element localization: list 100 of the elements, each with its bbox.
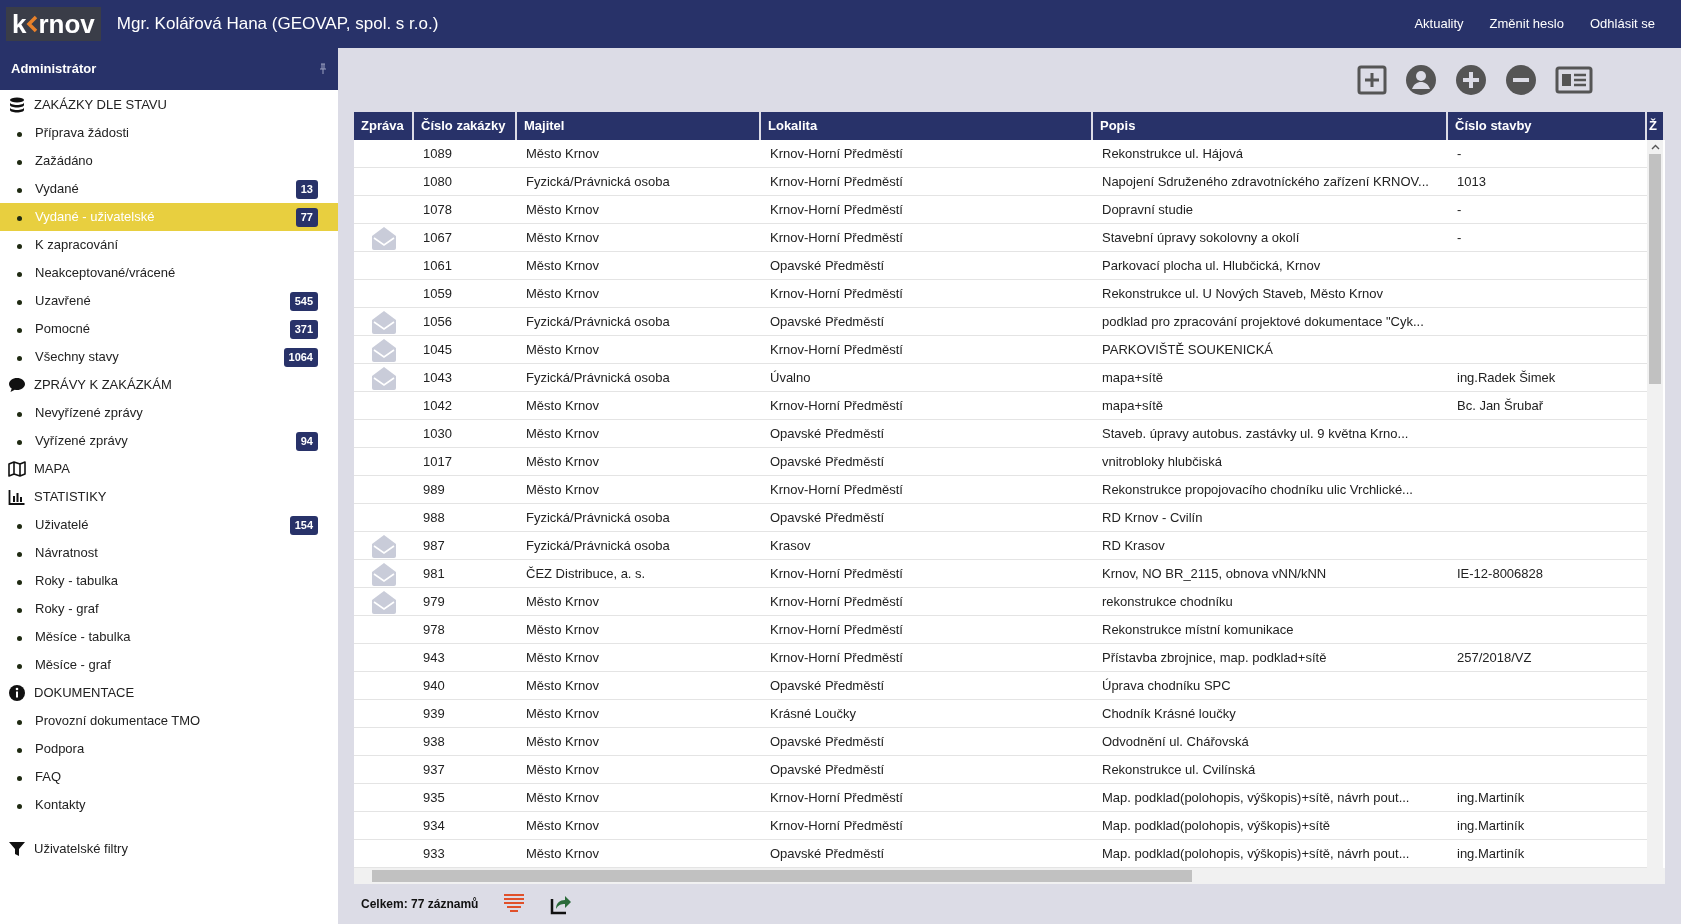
- table-cell-text: Město Krnov: [526, 676, 599, 695]
- remove-circle-icon[interactable]: [1505, 64, 1537, 96]
- table-cell-text: Opavské Předměstí: [770, 676, 885, 695]
- scroll-up-icon[interactable]: [1650, 144, 1660, 150]
- pin-icon[interactable]: [319, 63, 327, 75]
- table-cell-text: Město Krnov: [526, 620, 599, 639]
- scrollbar-thumb[interactable]: [1649, 154, 1661, 384]
- open-envelope-icon[interactable]: [370, 561, 398, 586]
- table-cell-text: 979: [423, 592, 445, 611]
- column-header[interactable]: Zpráva: [354, 112, 414, 140]
- column-header[interactable]: Číslo stavby: [1448, 112, 1647, 140]
- map-icon: [8, 460, 26, 478]
- sidebar-item[interactable]: K zapracování: [0, 231, 338, 259]
- open-envelope-icon[interactable]: [370, 309, 398, 334]
- sidebar-item[interactable]: Uživatelé 154: [0, 511, 338, 539]
- sidebar-item[interactable]: Roky - tabulka: [0, 567, 338, 595]
- table-cell-text: Opavské Předměstí: [770, 844, 885, 863]
- sidebar-section[interactable]: Uživatelské filtry: [0, 835, 338, 863]
- table-cell-text: mapa+sítě: [1102, 368, 1164, 387]
- table-cell-text: 939: [423, 704, 445, 723]
- header-link[interactable]: Odhlásit se: [1589, 14, 1655, 34]
- bullet-icon: [17, 216, 22, 221]
- sidebar-item[interactable]: Příprava žádosti: [0, 119, 338, 147]
- horizontal-scrollbar[interactable]: [354, 868, 1665, 884]
- open-envelope-icon[interactable]: [370, 533, 398, 558]
- sidebar-section[interactable]: ZAKÁZKY DLE STAVU: [0, 91, 338, 119]
- scrollbar-thumb[interactable]: [372, 870, 1192, 882]
- bullet-icon: [17, 300, 22, 305]
- table-cell-text: Krnov-Horní Předměstí: [770, 480, 903, 499]
- logo[interactable]: k rnov: [6, 7, 101, 41]
- table-cell-text: IE-12-8006828: [1457, 564, 1543, 583]
- table-cell-text: RD Krnov - Cvilín: [1102, 508, 1203, 527]
- sidebar-item[interactable]: Provozní dokumentace TMO: [0, 707, 338, 735]
- sidebar-item[interactable]: FAQ: [0, 763, 338, 791]
- table-cell-text: Opavské Předměstí: [770, 452, 885, 471]
- table-cell-text: Město Krnov: [526, 760, 599, 779]
- sidebar-item[interactable]: Pomocné 371: [0, 315, 338, 343]
- open-envelope-icon[interactable]: [370, 589, 398, 614]
- table-cell-text: Bc. Jan Šrubař: [1457, 396, 1543, 415]
- sidebar-item[interactable]: Uzavřené 545: [0, 287, 338, 315]
- table-cell-text: Krnov-Horní Předměstí: [770, 284, 903, 303]
- add-circle-icon[interactable]: [1455, 64, 1487, 96]
- count-badge: 13: [295, 179, 318, 199]
- table-cell-text: ing.Martiník: [1457, 788, 1525, 807]
- table-cell-text: PARKOVIŠTĚ SOUKENICKÁ: [1102, 340, 1273, 359]
- sidebar-section[interactable]: MAPA: [0, 455, 338, 483]
- sidebar-section[interactable]: ZPRÁVY K ZAKÁZKÁM: [0, 371, 338, 399]
- header-link[interactable]: Aktuality: [1414, 14, 1464, 34]
- table-cell-text: 1013: [1457, 172, 1486, 191]
- sidebar-section[interactable]: DOKUMENTACE: [0, 679, 338, 707]
- column-header[interactable]: Majitel: [517, 112, 761, 140]
- sidebar-item[interactable]: Nevyřízené zprávy: [0, 399, 338, 427]
- table-cell-text: Město Krnov: [526, 732, 599, 751]
- sidebar-item[interactable]: Zažádáno: [0, 147, 338, 175]
- sidebar-item[interactable]: Vydané 13: [0, 175, 338, 203]
- bullet-icon: [17, 188, 22, 193]
- database-icon: [8, 96, 26, 114]
- bullet-icon: [17, 412, 22, 417]
- sidebar-item[interactable]: Vydané - uživatelské 77: [0, 203, 338, 231]
- count-badge: 545: [289, 291, 318, 311]
- sidebar-item[interactable]: Kontakty: [0, 791, 338, 819]
- table-cell-text: 1017: [423, 452, 452, 471]
- open-envelope-icon[interactable]: [370, 337, 398, 362]
- export-icon[interactable]: [550, 893, 573, 915]
- table-cell-text: Město Krnov: [526, 424, 599, 443]
- bullet-icon: [17, 524, 22, 529]
- list-icon[interactable]: [502, 893, 527, 915]
- table-cell-text: 1056: [423, 312, 452, 331]
- sidebar-section[interactable]: STATISTIKY: [0, 483, 338, 511]
- table-cell-text: Opavské Předměstí: [770, 312, 885, 331]
- sidebar-item[interactable]: Všechny stavy 1064: [0, 343, 338, 371]
- table-cell-text: 1030: [423, 424, 452, 443]
- table-cell-text: podklad pro zpracování projektové dokumentace "Cyk...: [1102, 312, 1424, 331]
- bullet-icon: [17, 356, 22, 361]
- table-cell-text: 943: [423, 648, 445, 667]
- sidebar-item[interactable]: Měsíce - graf: [0, 651, 338, 679]
- column-header[interactable]: Číslo zakázky: [414, 112, 517, 140]
- vertical-scrollbar[interactable]: [1647, 140, 1663, 868]
- table-cell-text: Opavské Předměstí: [770, 508, 885, 527]
- newspaper-icon[interactable]: [1555, 66, 1593, 94]
- table-cell-text: 933: [423, 844, 445, 863]
- sidebar-item[interactable]: Vyřízené zprávy 94: [0, 427, 338, 455]
- sidebar-item[interactable]: Podpora: [0, 735, 338, 763]
- table-cell-text: 1080: [423, 172, 452, 191]
- column-header[interactable]: Popis: [1093, 112, 1448, 140]
- table-cell-text: 981: [423, 564, 445, 583]
- sidebar-item[interactable]: Návratnost: [0, 539, 338, 567]
- sidebar-item[interactable]: Neakceptované/vrácené: [0, 259, 338, 287]
- open-envelope-icon[interactable]: [370, 365, 398, 390]
- add-square-icon[interactable]: [1357, 65, 1387, 95]
- filter-icon: [8, 840, 26, 858]
- table-cell-text: Krnov-Horní Předměstí: [770, 816, 903, 835]
- table-cell-text: Opavské Předměstí: [770, 760, 885, 779]
- header-link[interactable]: Změnit heslo: [1489, 14, 1564, 34]
- sidebar-item[interactable]: Roky - graf: [0, 595, 338, 623]
- sidebar-item[interactable]: Měsíce - tabulka: [0, 623, 338, 651]
- user-icon[interactable]: [1405, 64, 1437, 96]
- column-header[interactable]: Lokalita: [761, 112, 1093, 140]
- open-envelope-icon[interactable]: [370, 225, 398, 250]
- table-cell-text: Stavební úpravy sokolovny a okolí: [1102, 228, 1300, 247]
